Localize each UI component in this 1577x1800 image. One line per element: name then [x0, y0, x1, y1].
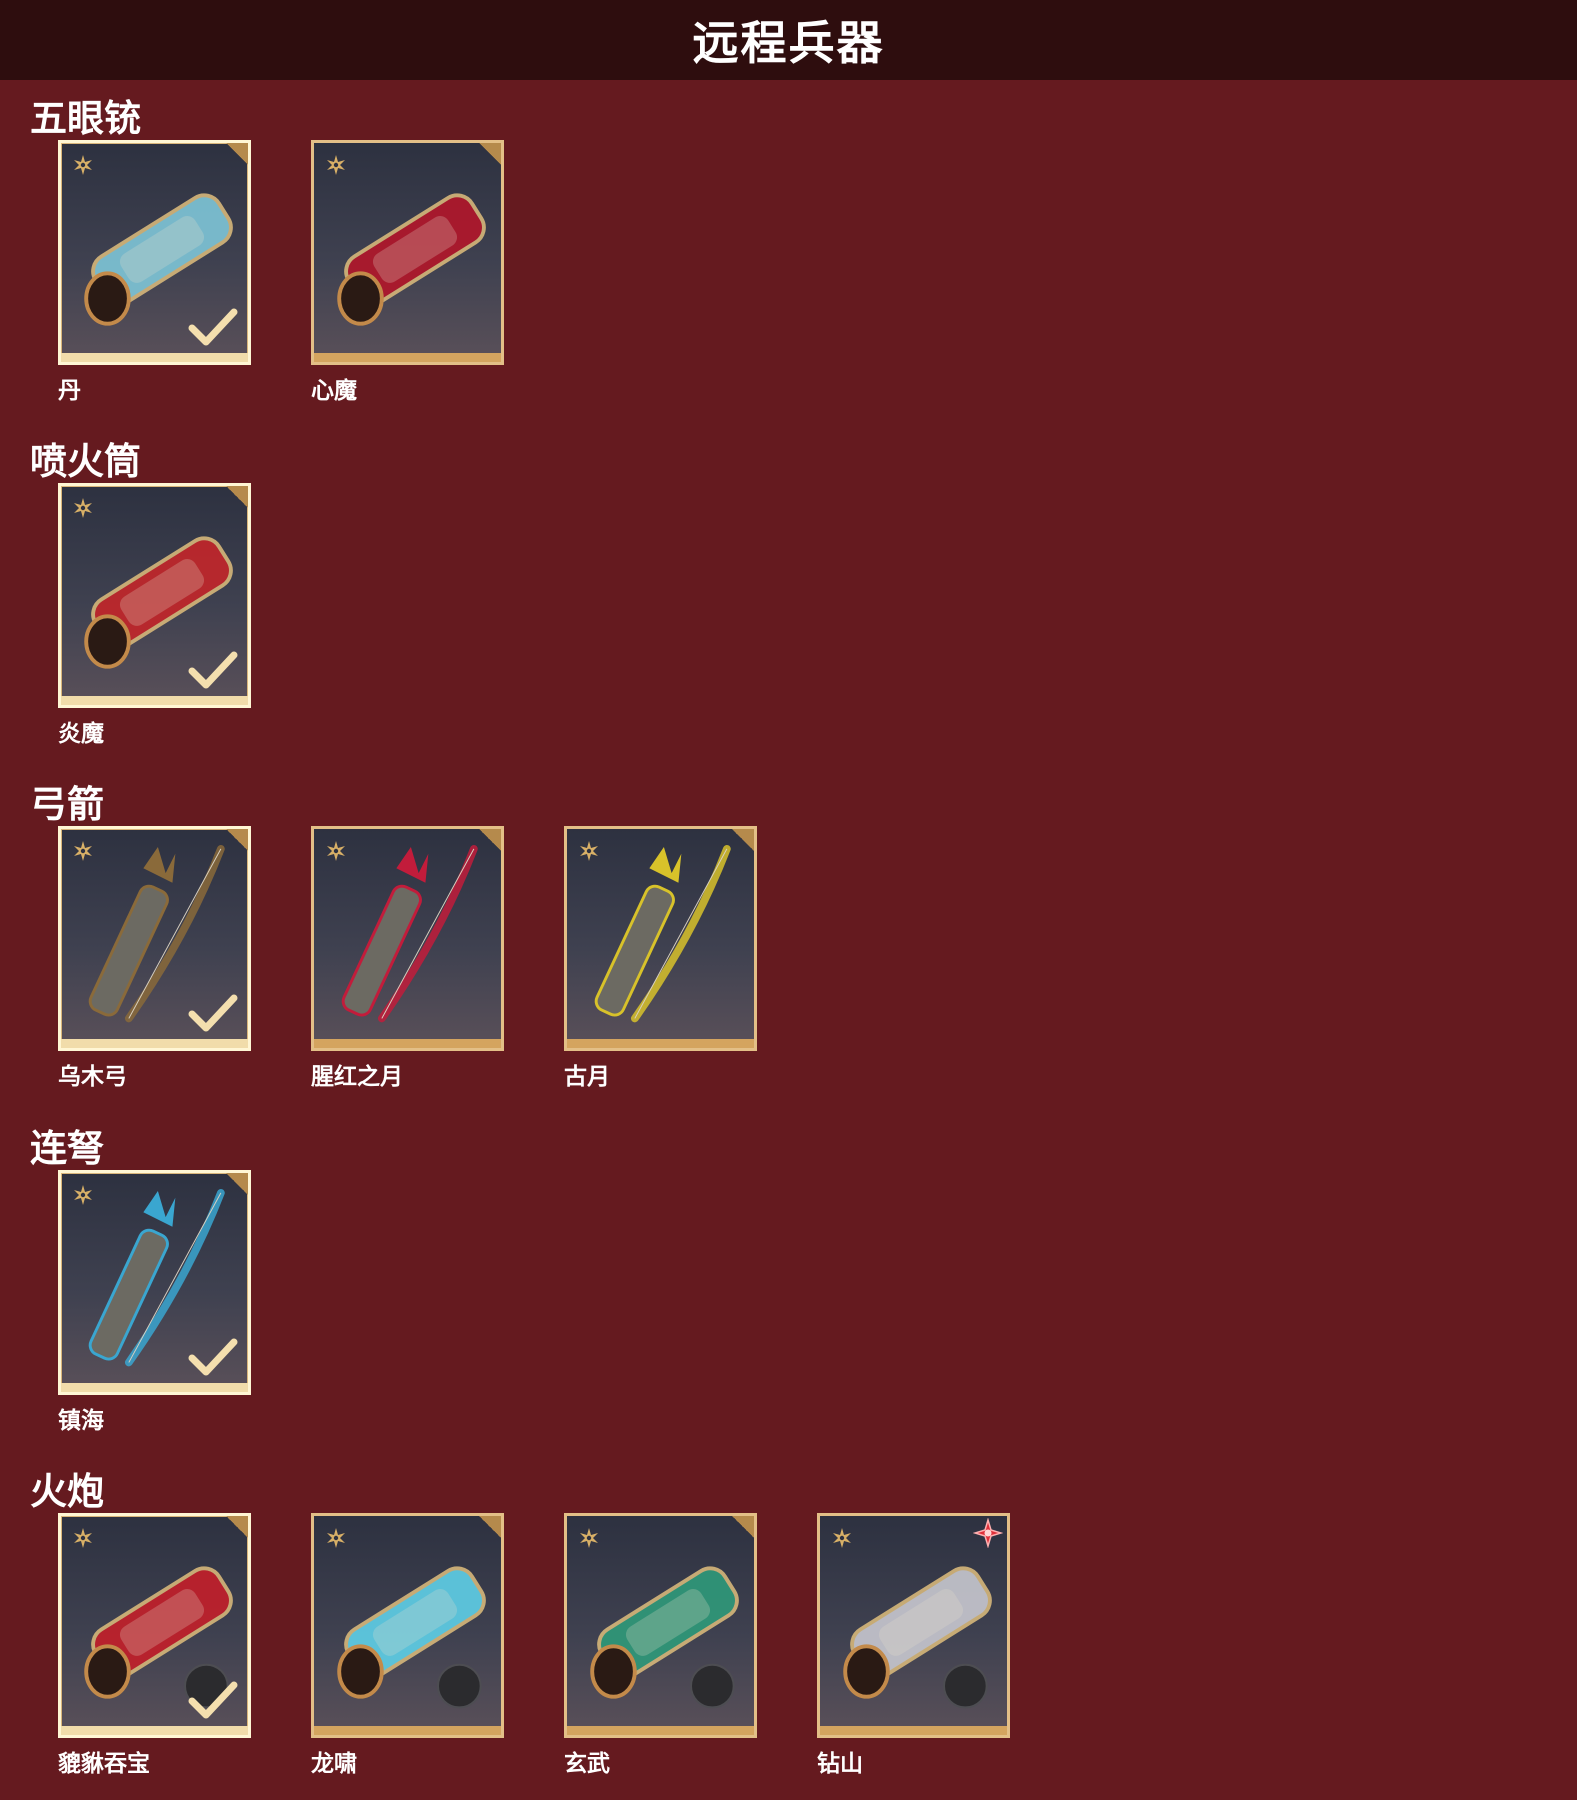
weapon-item[interactable]: 丹 [58, 140, 251, 405]
corner-tab-icon [226, 143, 248, 165]
weapon-name: 古月 [564, 1064, 610, 1090]
weapon-item[interactable]: 心魔 [311, 140, 504, 405]
card-bottom-strip [61, 696, 248, 705]
weapon-card[interactable] [58, 1170, 251, 1395]
check-icon [188, 651, 238, 689]
weapon-card[interactable] [58, 483, 251, 708]
weapon-card[interactable] [564, 826, 757, 1051]
category-title: 弓箭 [30, 783, 104, 826]
card-bottom-strip [567, 1726, 754, 1735]
weapon-item[interactable]: 乌木弓 [58, 826, 251, 1091]
weapon-name: 玄武 [564, 1751, 610, 1777]
star-icon [833, 1528, 851, 1548]
category-title: 火炮 [30, 1470, 104, 1513]
check-icon [188, 1338, 238, 1376]
weapon-card[interactable] [311, 140, 504, 365]
weapon-card[interactable] [58, 1513, 251, 1738]
weapon-name: 乌木弓 [58, 1064, 127, 1090]
star-icon [327, 155, 345, 175]
corner-tab-icon [732, 1516, 754, 1538]
corner-tab-icon [226, 1516, 248, 1538]
weapon-name: 龙啸 [311, 1751, 357, 1777]
weapon-name: 貔貅吞宝 [58, 1751, 150, 1777]
star-icon [327, 841, 345, 861]
star-icon [74, 841, 92, 861]
weapon-item[interactable]: 貔貅吞宝 [58, 1513, 251, 1778]
star-icon [74, 498, 92, 518]
card-bottom-strip [314, 1039, 501, 1048]
category-title: 五眼铳 [30, 97, 141, 140]
check-icon [188, 308, 238, 346]
weapon-item[interactable]: 钻山 [817, 1513, 1010, 1778]
corner-tab-icon [226, 1173, 248, 1195]
corner-tab-icon [479, 143, 501, 165]
corner-tab-icon [732, 829, 754, 851]
corner-tab-icon [226, 486, 248, 508]
title-bar: 远程兵器 [0, 0, 1577, 80]
category-title: 喷火筒 [30, 440, 141, 483]
weapon-name: 心魔 [311, 378, 357, 404]
check-icon [188, 994, 238, 1032]
star-icon [327, 1528, 345, 1548]
weapon-card[interactable] [311, 1513, 504, 1738]
weapon-item[interactable]: 龙啸 [311, 1513, 504, 1778]
weapon-item[interactable]: 玄武 [564, 1513, 757, 1778]
category-title: 连弩 [30, 1127, 104, 1170]
weapon-name: 镇海 [58, 1408, 104, 1434]
weapon-item[interactable]: 古月 [564, 826, 757, 1091]
card-bottom-strip [61, 1383, 248, 1392]
card-bottom-strip [61, 1726, 248, 1735]
corner-tab-icon [479, 829, 501, 851]
card-bottom-strip [314, 353, 501, 362]
star-icon [580, 1528, 598, 1548]
card-bottom-strip [314, 1726, 501, 1735]
card-bottom-strip [61, 1039, 248, 1048]
weapon-card[interactable] [817, 1513, 1010, 1738]
new-badge-icon [973, 1518, 1003, 1548]
weapon-name: 丹 [58, 378, 81, 404]
weapon-item[interactable]: 镇海 [58, 1170, 251, 1435]
weapon-card[interactable] [564, 1513, 757, 1738]
card-bottom-strip [820, 1726, 1007, 1735]
weapon-name: 炎魔 [58, 721, 104, 747]
page-title: 远程兵器 [692, 16, 885, 70]
weapon-card[interactable] [58, 140, 251, 365]
weapon-name: 钻山 [817, 1751, 863, 1777]
weapon-item[interactable]: 腥红之月 [311, 826, 504, 1091]
corner-tab-icon [226, 829, 248, 851]
weapon-item[interactable]: 炎魔 [58, 483, 251, 748]
star-icon [74, 1528, 92, 1548]
card-bottom-strip [567, 1039, 754, 1048]
star-icon [74, 1185, 92, 1205]
star-icon [74, 155, 92, 175]
card-bottom-strip [61, 353, 248, 362]
weapon-card[interactable] [311, 826, 504, 1051]
check-icon [188, 1681, 238, 1719]
corner-tab-icon [479, 1516, 501, 1538]
weapon-name: 腥红之月 [311, 1064, 403, 1090]
weapon-card[interactable] [58, 826, 251, 1051]
star-icon [580, 841, 598, 861]
